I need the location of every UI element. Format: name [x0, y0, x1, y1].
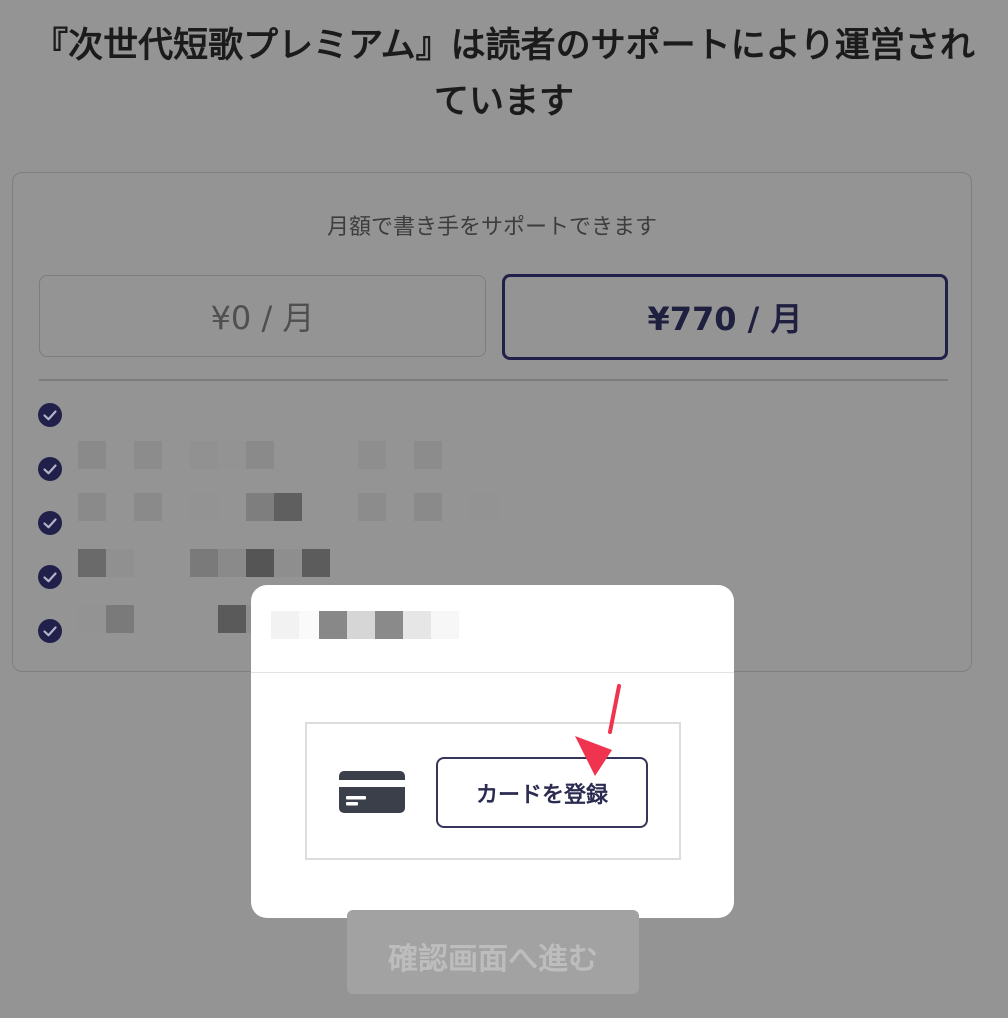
register-card-button[interactable]: カードを登録 — [436, 757, 648, 828]
blurred-text — [78, 441, 518, 469]
modal-divider — [251, 672, 734, 673]
check-circle-icon — [38, 403, 62, 427]
plan-option-paid[interactable]: ¥770 / 月 — [502, 274, 948, 360]
confirm-button[interactable]: 確認画面へ進む — [347, 910, 639, 994]
check-circle-icon — [38, 565, 62, 589]
check-circle-icon — [38, 457, 62, 481]
credit-card-icon — [339, 771, 405, 813]
plan-subtitle: 月額で書き手をサポートできます — [326, 215, 657, 240]
plan-divider — [39, 379, 948, 381]
check-circle-icon — [38, 619, 62, 643]
card-panel: カードを登録 — [305, 722, 681, 860]
check-circle-icon — [38, 511, 62, 535]
card-registration-modal: カードを登録 — [251, 585, 734, 918]
plan-option-free[interactable]: ¥0 / 月 — [39, 275, 486, 357]
blurred-text — [78, 493, 518, 521]
blurred-text — [271, 611, 471, 639]
page-title: 『次世代短歌プレミアム』は読者のサポートにより運営されています — [33, 26, 975, 122]
blurred-text — [78, 549, 518, 577]
